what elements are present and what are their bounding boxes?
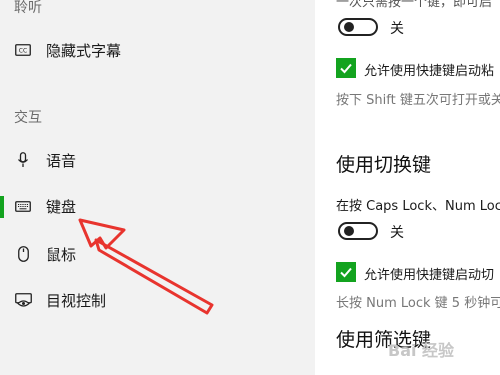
annotation-arrow [78,218,214,315]
watermark: Bai 经验 [388,341,455,360]
